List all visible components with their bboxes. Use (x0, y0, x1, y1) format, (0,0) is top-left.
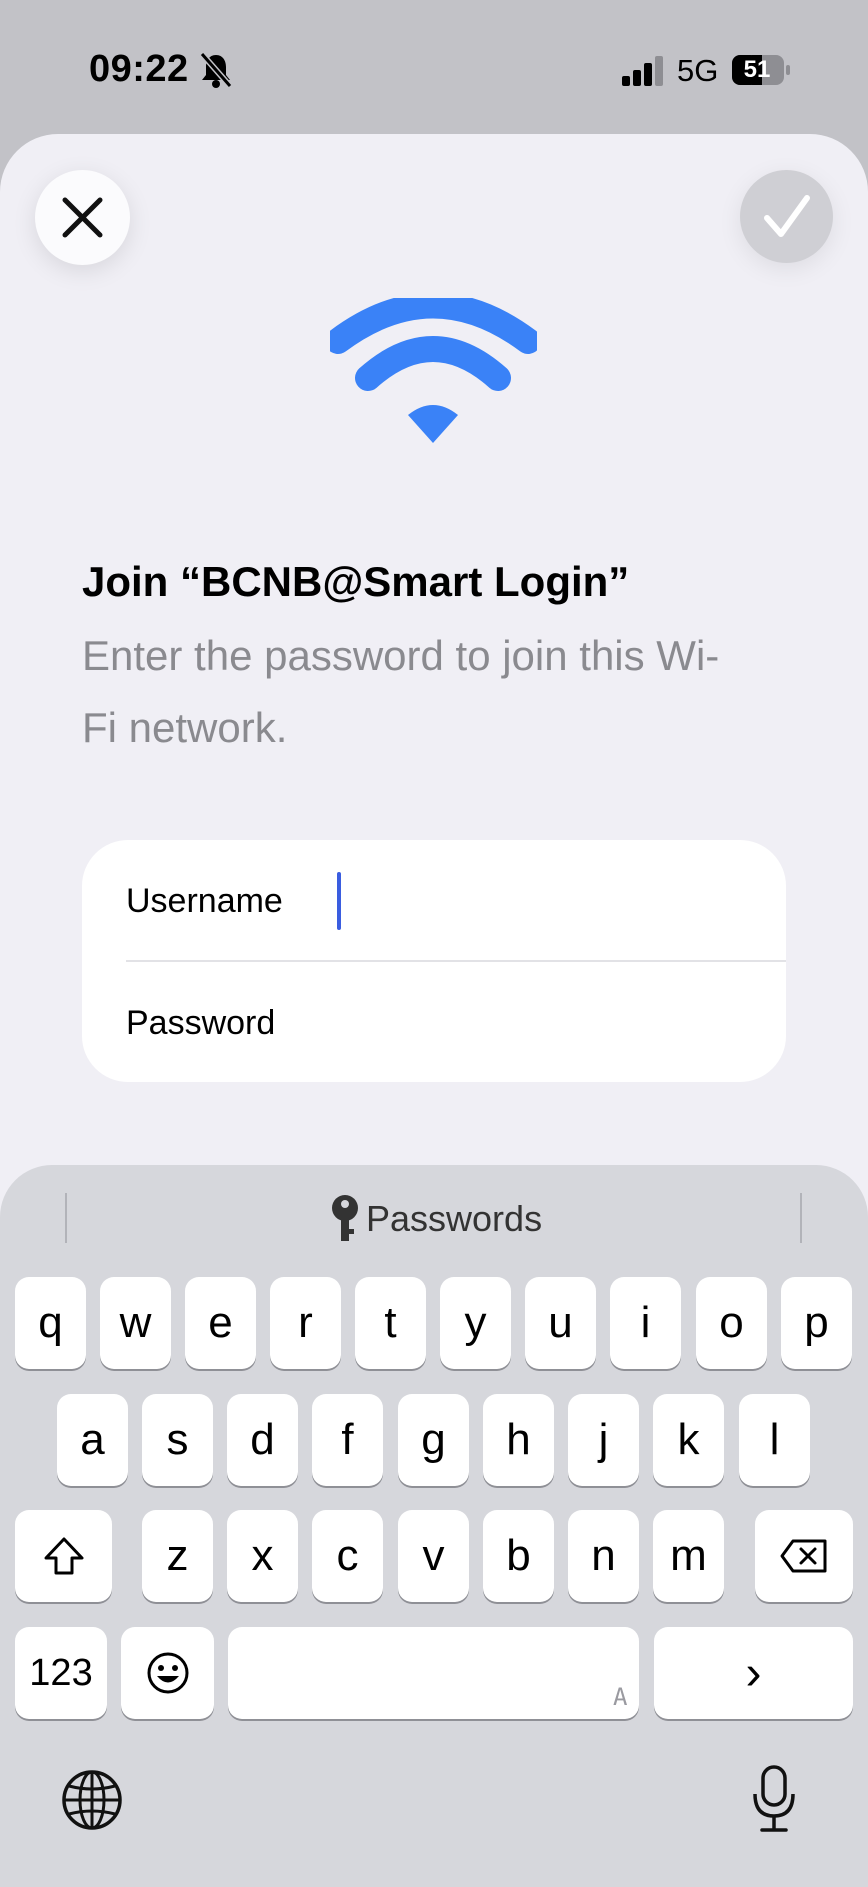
key-m[interactable]: m (653, 1510, 724, 1602)
emoji-icon (147, 1652, 188, 1694)
suggestion-divider (65, 1193, 67, 1243)
key-e[interactable]: e (185, 1277, 256, 1369)
key-i[interactable]: i (610, 1277, 681, 1369)
delete-key[interactable] (755, 1510, 853, 1602)
key-v[interactable]: v (398, 1510, 469, 1602)
key-k[interactable]: k (653, 1394, 724, 1486)
status-bar: 09:22 5G 51 (0, 0, 868, 135)
space-language-hint: A (613, 1683, 628, 1711)
key-w[interactable]: w (100, 1277, 171, 1369)
dialog-title: Join “BCNB@Smart Login” (82, 558, 630, 605)
key-n[interactable]: n (568, 1510, 639, 1602)
join-button[interactable] (740, 170, 833, 263)
checkmark-icon (764, 195, 810, 237)
key-y[interactable]: y (440, 1277, 511, 1369)
key-icon[interactable] (324, 1193, 366, 1245)
key-r[interactable]: r (270, 1277, 341, 1369)
key-b[interactable]: b (483, 1510, 554, 1602)
key-j[interactable]: j (568, 1394, 639, 1486)
key-f[interactable]: f (312, 1394, 383, 1486)
text-caret (337, 872, 341, 930)
passwords-suggestion[interactable]: Passwords (366, 1198, 542, 1240)
field-divider (126, 960, 786, 962)
key-x[interactable]: x (227, 1510, 298, 1602)
key-q[interactable]: q (15, 1277, 86, 1369)
close-button[interactable] (35, 170, 130, 265)
key-p[interactable]: p (781, 1277, 852, 1369)
key-a[interactable]: a (57, 1394, 128, 1486)
shift-icon (44, 1537, 83, 1575)
next-key[interactable]: › (654, 1627, 853, 1719)
key-t[interactable]: t (355, 1277, 426, 1369)
microphone-icon[interactable] (750, 1764, 798, 1834)
key-o[interactable]: o (696, 1277, 767, 1369)
wifi-icon (330, 298, 537, 443)
suggestion-divider (800, 1193, 802, 1243)
signal-icon (622, 56, 663, 86)
key-l[interactable]: l (739, 1394, 810, 1486)
space-key[interactable] (228, 1627, 639, 1719)
emoji-key[interactable] (121, 1627, 214, 1719)
status-time: 09:22 (89, 48, 189, 90)
key-s[interactable]: s (142, 1394, 213, 1486)
password-label: Password (126, 1004, 276, 1042)
username-field[interactable] (340, 872, 764, 932)
key-z[interactable]: z (142, 1510, 213, 1602)
shift-key[interactable] (15, 1510, 112, 1602)
key-h[interactable]: h (483, 1394, 554, 1486)
username-label: Username (126, 882, 283, 920)
key-d[interactable]: d (227, 1394, 298, 1486)
bell-slash-icon (199, 52, 233, 88)
key-c[interactable]: c (312, 1510, 383, 1602)
key-u[interactable]: u (525, 1277, 596, 1369)
battery-level: 51 (743, 56, 771, 83)
network-type: 5G (677, 53, 719, 88)
numbers-key[interactable]: 123 (15, 1627, 107, 1719)
dialog-subtitle: Enter the password to join this Wi-Fi ne… (82, 632, 720, 751)
key-g[interactable]: g (398, 1394, 469, 1486)
delete-icon (780, 1539, 827, 1573)
password-field[interactable] (340, 994, 764, 1054)
close-icon (62, 197, 103, 238)
globe-icon[interactable] (60, 1768, 124, 1832)
